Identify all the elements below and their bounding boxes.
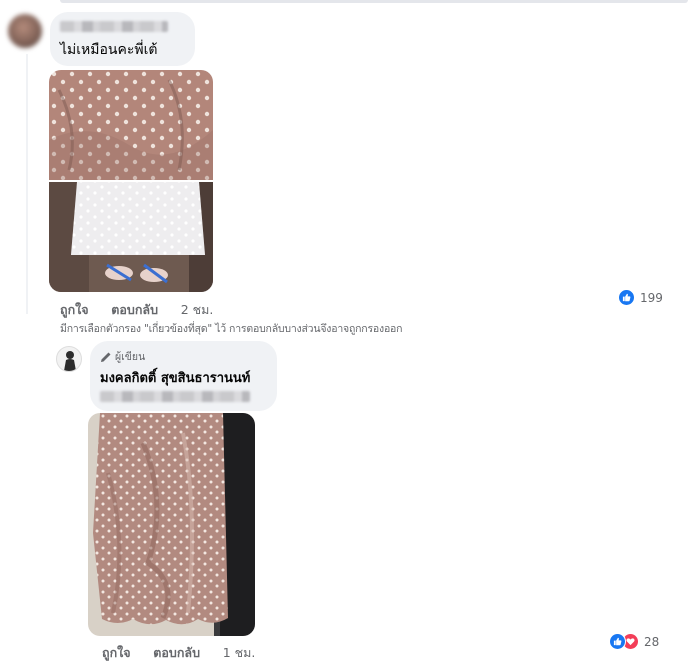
reply-photo-image bbox=[88, 413, 255, 636]
comment-text: ไม่เหมือนคะพี่เต้ bbox=[60, 42, 158, 58]
reply-author-name[interactable]: มงคลกิตติ์ สุขสินธารานนท์ bbox=[100, 367, 250, 388]
reply-text-redacted bbox=[100, 391, 250, 402]
previous-comment-edge bbox=[60, 0, 688, 3]
reply-actions: ถูกใจ ตอบกลับ 1 ชม. bbox=[102, 643, 255, 663]
reply-button[interactable]: ตอบกลับ bbox=[153, 643, 200, 663]
author-badge: ผู้เขียน bbox=[100, 348, 145, 365]
timestamp[interactable]: 1 ชม. bbox=[223, 643, 256, 663]
reaction-count: 199 bbox=[640, 290, 663, 305]
commenter-name-redacted[interactable] bbox=[60, 21, 168, 32]
thread-connector bbox=[26, 54, 28, 314]
author-badge-label: ผู้เขียน bbox=[115, 351, 146, 363]
comment-photo bbox=[49, 70, 213, 292]
reply-button[interactable]: ตอบกลับ bbox=[111, 300, 158, 320]
reaction-summary[interactable]: 199 bbox=[618, 289, 663, 306]
pencil-icon bbox=[101, 352, 111, 362]
like-button[interactable]: ถูกใจ bbox=[60, 300, 89, 320]
commenter-avatar[interactable] bbox=[8, 14, 42, 48]
timestamp[interactable]: 2 ชม. bbox=[181, 300, 214, 320]
filter-notice: มีการเลือกตัวกรอง "เกี่ยวข้องที่สุด" ไว้… bbox=[60, 323, 403, 335]
comment-bubble: ไม่เหมือนคะพี่เต้ bbox=[50, 12, 195, 66]
comment-actions: ถูกใจ ตอบกลับ 2 ชม. bbox=[60, 300, 213, 320]
like-icon bbox=[618, 289, 635, 306]
reply-reaction-summary[interactable]: 28 bbox=[609, 633, 659, 650]
reaction-count: 28 bbox=[644, 634, 660, 649]
reply-photo[interactable] bbox=[88, 413, 255, 636]
author-avatar[interactable] bbox=[56, 346, 82, 372]
comment-photo-grid[interactable] bbox=[49, 70, 213, 292]
like-icon bbox=[609, 633, 626, 650]
like-button[interactable]: ถูกใจ bbox=[102, 643, 131, 663]
reply-bubble: ผู้เขียน มงคลกิตติ์ สุขสินธารานนท์ bbox=[90, 341, 277, 411]
